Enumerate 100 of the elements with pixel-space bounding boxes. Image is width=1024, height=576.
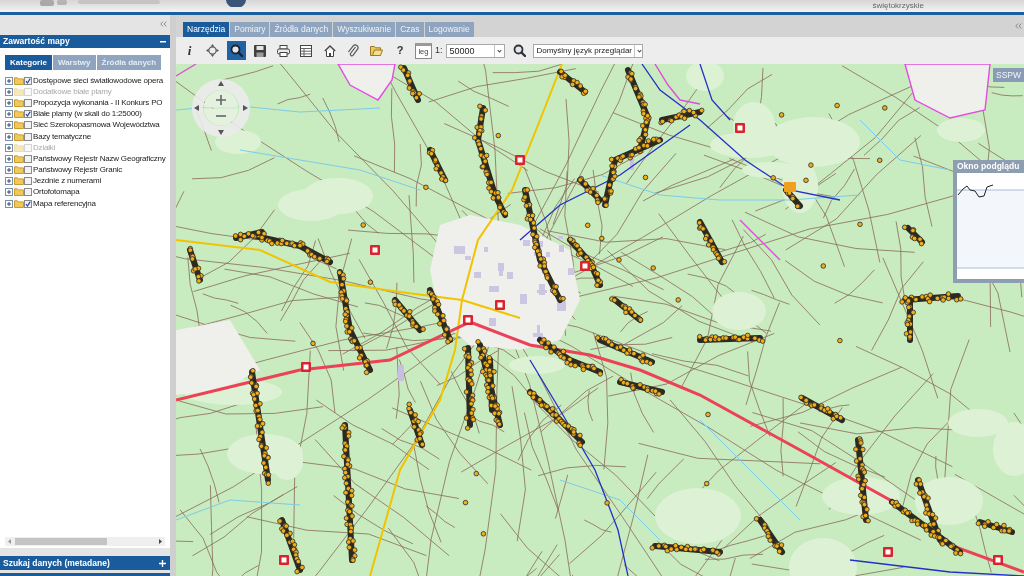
floppy-icon xyxy=(253,44,266,57)
compass-icon xyxy=(206,44,220,57)
panel-header[interactable]: Szukaj danych (metadane) xyxy=(0,556,170,570)
minus-icon[interactable] xyxy=(160,40,166,43)
scroll-right-icon[interactable] xyxy=(159,539,162,544)
expand-icon[interactable] xyxy=(5,76,13,85)
map-point-icon xyxy=(462,499,469,506)
expand-icon[interactable] xyxy=(5,121,13,130)
expand-icon[interactable] xyxy=(5,132,13,141)
language-select[interactable]: Domyślny język przeglądar xyxy=(533,43,644,58)
checkbox[interactable] xyxy=(24,188,32,197)
map-marker-icon xyxy=(370,245,380,255)
horizontal-scrollbar[interactable] xyxy=(5,537,165,546)
point-cluster xyxy=(187,245,204,284)
map-marker-icon xyxy=(515,155,525,165)
boundary-line xyxy=(176,64,197,77)
zoom-in-button[interactable] xyxy=(204,90,238,108)
point-cluster xyxy=(537,337,603,377)
checkbox[interactable] xyxy=(24,110,32,119)
plus-icon[interactable] xyxy=(159,559,166,567)
scrollbar-thumb[interactable] xyxy=(15,538,107,545)
zoom-button[interactable] xyxy=(226,41,246,60)
printer-icon xyxy=(276,44,290,57)
checkbox[interactable] xyxy=(24,132,32,141)
map-marker-icon xyxy=(495,300,505,310)
checkbox[interactable] xyxy=(24,98,32,107)
point-cluster xyxy=(697,332,766,344)
map-point-icon xyxy=(423,184,429,190)
map-point-icon xyxy=(820,263,826,269)
point-cluster xyxy=(595,335,655,366)
point-cluster xyxy=(398,64,422,103)
checkbox[interactable] xyxy=(24,121,32,130)
map-point-icon xyxy=(808,162,814,168)
zoom-out-button[interactable] xyxy=(204,108,238,126)
point-cluster xyxy=(658,107,705,126)
magnifier-icon xyxy=(229,44,243,57)
expand-icon[interactable] xyxy=(5,166,13,175)
help-button[interactable]: ? xyxy=(390,41,410,60)
expand-icon[interactable] xyxy=(5,177,13,186)
building-shape xyxy=(474,272,481,278)
scroll-left-icon[interactable] xyxy=(8,539,11,544)
map-point-icon xyxy=(705,411,711,418)
expand-icon[interactable] xyxy=(5,154,13,163)
pan-right-icon[interactable] xyxy=(243,105,248,111)
map-point-icon xyxy=(599,235,605,242)
caret-icon[interactable] xyxy=(634,44,643,57)
point-cluster xyxy=(426,147,449,184)
boundary-line xyxy=(739,219,781,261)
map-point-icon xyxy=(834,102,840,109)
checkbox[interactable] xyxy=(24,177,32,186)
map-point-icon xyxy=(803,177,809,183)
checkbox[interactable] xyxy=(24,154,32,163)
panel-header[interactable]: Zawartość mapy xyxy=(0,35,170,48)
meadow-patch xyxy=(686,64,724,91)
map-marker-icon xyxy=(279,555,289,565)
pan-left-icon[interactable] xyxy=(194,105,199,111)
layer-label[interactable]: Sieć Szerokopasmowa Województwa xyxy=(33,120,160,131)
paperclip-icon xyxy=(347,44,360,57)
layer-label[interactable]: Jezdnie z numerami xyxy=(33,176,101,187)
building-shape xyxy=(484,247,488,252)
layer-label[interactable]: Mapa referencyjna xyxy=(33,198,96,209)
map-point-icon xyxy=(642,174,649,181)
map-point-icon xyxy=(473,470,479,477)
meadow-patch xyxy=(789,538,857,576)
layer-label[interactable]: Bazy tematyczne xyxy=(33,131,91,142)
layer-label[interactable]: Propozycja wykonania - II Konkurs PO xyxy=(33,97,163,108)
expand-icon[interactable] xyxy=(5,199,13,208)
layer-label[interactable]: Państwowy Rejestr Granic xyxy=(33,165,122,176)
pan-down-icon[interactable] xyxy=(218,130,224,135)
layer-label[interactable]: Państwowy Rejestr Nazw Geograficzny xyxy=(33,153,166,164)
scale-select[interactable]: 50000 xyxy=(446,43,506,58)
map-marker-icon xyxy=(735,123,745,133)
info-button[interactable]: i xyxy=(180,41,199,60)
map-point-icon xyxy=(585,222,591,228)
house-icon xyxy=(323,44,336,57)
panel-tab[interactable]: Kategorie xyxy=(5,55,52,70)
meadow-patch xyxy=(712,292,766,330)
pan-up-icon[interactable] xyxy=(218,81,224,86)
checkbox[interactable] xyxy=(24,166,32,175)
building-shape xyxy=(568,268,574,275)
map-point-icon xyxy=(778,112,785,118)
building-shape xyxy=(454,246,465,254)
layer-label[interactable]: Ortofotomapa xyxy=(33,187,80,198)
caret-icon[interactable] xyxy=(494,44,505,57)
map-marker-icon xyxy=(463,315,473,325)
map-point-icon xyxy=(651,136,657,142)
map-marker-icon xyxy=(993,555,1003,565)
layer-label[interactable]: Dostępowe sieci światłowodowe opera xyxy=(33,75,163,86)
expand-icon[interactable] xyxy=(5,188,13,197)
navigation-ring xyxy=(192,79,250,137)
checkbox[interactable] xyxy=(24,76,32,85)
point-cluster xyxy=(527,389,585,448)
expand-icon[interactable] xyxy=(5,98,13,107)
checkbox[interactable] xyxy=(24,199,32,208)
magnifier-icon[interactable] xyxy=(513,44,527,57)
expand-icon[interactable] xyxy=(5,110,13,119)
toolbar-tab[interactable]: Narzędzia xyxy=(183,22,230,37)
layer-label[interactable]: Białe plamy (w skali do 1:25000) xyxy=(33,109,142,120)
collapse-icon[interactable] xyxy=(160,21,167,27)
table-icon xyxy=(300,44,313,57)
